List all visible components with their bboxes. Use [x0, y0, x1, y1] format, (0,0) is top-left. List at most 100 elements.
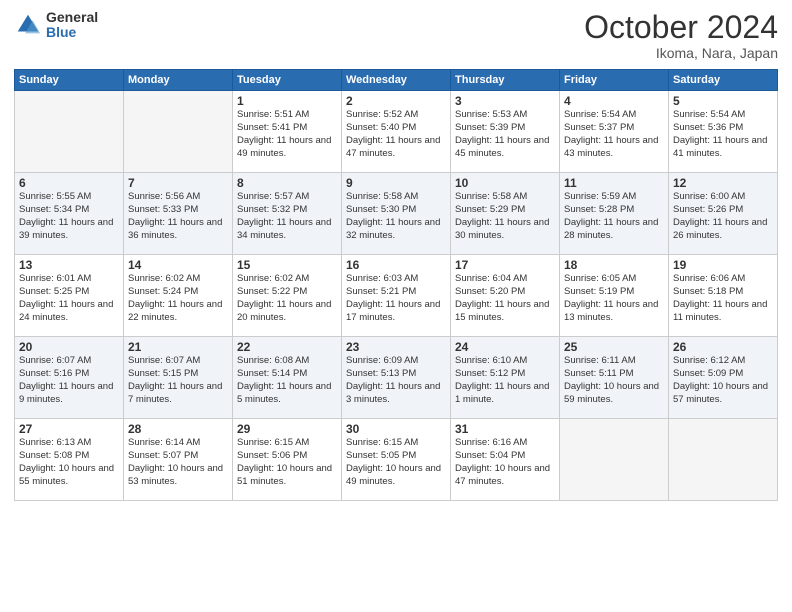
calendar-cell: 6Sunrise: 5:55 AM Sunset: 5:34 PM Daylig…	[15, 173, 124, 255]
day-info: Sunrise: 6:16 AM Sunset: 5:04 PM Dayligh…	[455, 437, 555, 488]
calendar-cell: 3Sunrise: 5:53 AM Sunset: 5:39 PM Daylig…	[451, 91, 560, 173]
day-info: Sunrise: 6:12 AM Sunset: 5:09 PM Dayligh…	[673, 355, 773, 406]
day-info: Sunrise: 6:14 AM Sunset: 5:07 PM Dayligh…	[128, 437, 228, 488]
col-wednesday: Wednesday	[342, 70, 451, 91]
day-number: 30	[346, 422, 446, 436]
logo-general: General	[46, 10, 98, 25]
calendar-cell: 4Sunrise: 5:54 AM Sunset: 5:37 PM Daylig…	[560, 91, 669, 173]
calendar-cell: 30Sunrise: 6:15 AM Sunset: 5:05 PM Dayli…	[342, 419, 451, 501]
day-info: Sunrise: 6:07 AM Sunset: 5:15 PM Dayligh…	[128, 355, 228, 406]
day-number: 7	[128, 176, 228, 190]
day-number: 10	[455, 176, 555, 190]
day-info: Sunrise: 6:01 AM Sunset: 5:25 PM Dayligh…	[19, 273, 119, 324]
day-number: 21	[128, 340, 228, 354]
day-number: 17	[455, 258, 555, 272]
day-info: Sunrise: 6:03 AM Sunset: 5:21 PM Dayligh…	[346, 273, 446, 324]
calendar-week-1: 1Sunrise: 5:51 AM Sunset: 5:41 PM Daylig…	[15, 91, 778, 173]
calendar-cell: 17Sunrise: 6:04 AM Sunset: 5:20 PM Dayli…	[451, 255, 560, 337]
day-number: 20	[19, 340, 119, 354]
calendar-container: General Blue October 2024 Ikoma, Nara, J…	[0, 0, 792, 612]
day-info: Sunrise: 6:05 AM Sunset: 5:19 PM Dayligh…	[564, 273, 664, 324]
day-number: 9	[346, 176, 446, 190]
day-info: Sunrise: 5:53 AM Sunset: 5:39 PM Dayligh…	[455, 109, 555, 160]
calendar-cell: 16Sunrise: 6:03 AM Sunset: 5:21 PM Dayli…	[342, 255, 451, 337]
calendar-cell: 5Sunrise: 5:54 AM Sunset: 5:36 PM Daylig…	[669, 91, 778, 173]
day-info: Sunrise: 5:56 AM Sunset: 5:33 PM Dayligh…	[128, 191, 228, 242]
day-number: 18	[564, 258, 664, 272]
calendar-cell: 21Sunrise: 6:07 AM Sunset: 5:15 PM Dayli…	[124, 337, 233, 419]
day-number: 3	[455, 94, 555, 108]
calendar-cell: 31Sunrise: 6:16 AM Sunset: 5:04 PM Dayli…	[451, 419, 560, 501]
day-number: 19	[673, 258, 773, 272]
day-number: 16	[346, 258, 446, 272]
day-number: 27	[19, 422, 119, 436]
calendar-cell: 29Sunrise: 6:15 AM Sunset: 5:06 PM Dayli…	[233, 419, 342, 501]
calendar-cell: 2Sunrise: 5:52 AM Sunset: 5:40 PM Daylig…	[342, 91, 451, 173]
calendar-cell: 10Sunrise: 5:58 AM Sunset: 5:29 PM Dayli…	[451, 173, 560, 255]
calendar-cell	[124, 91, 233, 173]
day-info: Sunrise: 5:59 AM Sunset: 5:28 PM Dayligh…	[564, 191, 664, 242]
location: Ikoma, Nara, Japan	[584, 45, 778, 61]
day-info: Sunrise: 6:15 AM Sunset: 5:06 PM Dayligh…	[237, 437, 337, 488]
calendar-cell: 1Sunrise: 5:51 AM Sunset: 5:41 PM Daylig…	[233, 91, 342, 173]
calendar-cell: 26Sunrise: 6:12 AM Sunset: 5:09 PM Dayli…	[669, 337, 778, 419]
calendar-cell: 19Sunrise: 6:06 AM Sunset: 5:18 PM Dayli…	[669, 255, 778, 337]
day-info: Sunrise: 6:02 AM Sunset: 5:24 PM Dayligh…	[128, 273, 228, 324]
calendar-cell: 23Sunrise: 6:09 AM Sunset: 5:13 PM Dayli…	[342, 337, 451, 419]
col-thursday: Thursday	[451, 70, 560, 91]
calendar-week-2: 6Sunrise: 5:55 AM Sunset: 5:34 PM Daylig…	[15, 173, 778, 255]
day-info: Sunrise: 6:07 AM Sunset: 5:16 PM Dayligh…	[19, 355, 119, 406]
col-tuesday: Tuesday	[233, 70, 342, 91]
day-number: 14	[128, 258, 228, 272]
col-monday: Monday	[124, 70, 233, 91]
calendar-cell: 13Sunrise: 6:01 AM Sunset: 5:25 PM Dayli…	[15, 255, 124, 337]
calendar-cell: 14Sunrise: 6:02 AM Sunset: 5:24 PM Dayli…	[124, 255, 233, 337]
day-number: 24	[455, 340, 555, 354]
day-number: 11	[564, 176, 664, 190]
day-number: 4	[564, 94, 664, 108]
calendar-cell: 20Sunrise: 6:07 AM Sunset: 5:16 PM Dayli…	[15, 337, 124, 419]
day-info: Sunrise: 6:15 AM Sunset: 5:05 PM Dayligh…	[346, 437, 446, 488]
logo-icon	[14, 11, 42, 39]
calendar-body: 1Sunrise: 5:51 AM Sunset: 5:41 PM Daylig…	[15, 91, 778, 501]
calendar-cell: 25Sunrise: 6:11 AM Sunset: 5:11 PM Dayli…	[560, 337, 669, 419]
day-info: Sunrise: 6:06 AM Sunset: 5:18 PM Dayligh…	[673, 273, 773, 324]
day-info: Sunrise: 6:08 AM Sunset: 5:14 PM Dayligh…	[237, 355, 337, 406]
calendar-cell: 8Sunrise: 5:57 AM Sunset: 5:32 PM Daylig…	[233, 173, 342, 255]
calendar-cell: 9Sunrise: 5:58 AM Sunset: 5:30 PM Daylig…	[342, 173, 451, 255]
logo-text: General Blue	[46, 10, 98, 41]
day-info: Sunrise: 5:54 AM Sunset: 5:36 PM Dayligh…	[673, 109, 773, 160]
calendar-cell: 22Sunrise: 6:08 AM Sunset: 5:14 PM Dayli…	[233, 337, 342, 419]
day-number: 2	[346, 94, 446, 108]
logo-blue: Blue	[46, 25, 98, 40]
day-number: 1	[237, 94, 337, 108]
calendar-cell: 28Sunrise: 6:14 AM Sunset: 5:07 PM Dayli…	[124, 419, 233, 501]
day-info: Sunrise: 6:11 AM Sunset: 5:11 PM Dayligh…	[564, 355, 664, 406]
calendar-cell: 7Sunrise: 5:56 AM Sunset: 5:33 PM Daylig…	[124, 173, 233, 255]
col-saturday: Saturday	[669, 70, 778, 91]
calendar-header: Sunday Monday Tuesday Wednesday Thursday…	[15, 70, 778, 91]
calendar-cell: 12Sunrise: 6:00 AM Sunset: 5:26 PM Dayli…	[669, 173, 778, 255]
day-info: Sunrise: 5:58 AM Sunset: 5:30 PM Dayligh…	[346, 191, 446, 242]
day-info: Sunrise: 5:58 AM Sunset: 5:29 PM Dayligh…	[455, 191, 555, 242]
day-info: Sunrise: 6:10 AM Sunset: 5:12 PM Dayligh…	[455, 355, 555, 406]
day-number: 15	[237, 258, 337, 272]
day-info: Sunrise: 5:57 AM Sunset: 5:32 PM Dayligh…	[237, 191, 337, 242]
calendar-cell: 15Sunrise: 6:02 AM Sunset: 5:22 PM Dayli…	[233, 255, 342, 337]
day-number: 6	[19, 176, 119, 190]
day-info: Sunrise: 6:13 AM Sunset: 5:08 PM Dayligh…	[19, 437, 119, 488]
calendar-cell	[669, 419, 778, 501]
day-number: 29	[237, 422, 337, 436]
day-number: 8	[237, 176, 337, 190]
calendar-cell	[15, 91, 124, 173]
month-title: October 2024	[584, 10, 778, 45]
day-number: 25	[564, 340, 664, 354]
day-info: Sunrise: 5:55 AM Sunset: 5:34 PM Dayligh…	[19, 191, 119, 242]
day-info: Sunrise: 5:51 AM Sunset: 5:41 PM Dayligh…	[237, 109, 337, 160]
day-number: 28	[128, 422, 228, 436]
day-info: Sunrise: 6:09 AM Sunset: 5:13 PM Dayligh…	[346, 355, 446, 406]
calendar-week-4: 20Sunrise: 6:07 AM Sunset: 5:16 PM Dayli…	[15, 337, 778, 419]
day-info: Sunrise: 6:04 AM Sunset: 5:20 PM Dayligh…	[455, 273, 555, 324]
day-number: 26	[673, 340, 773, 354]
day-info: Sunrise: 5:54 AM Sunset: 5:37 PM Dayligh…	[564, 109, 664, 160]
